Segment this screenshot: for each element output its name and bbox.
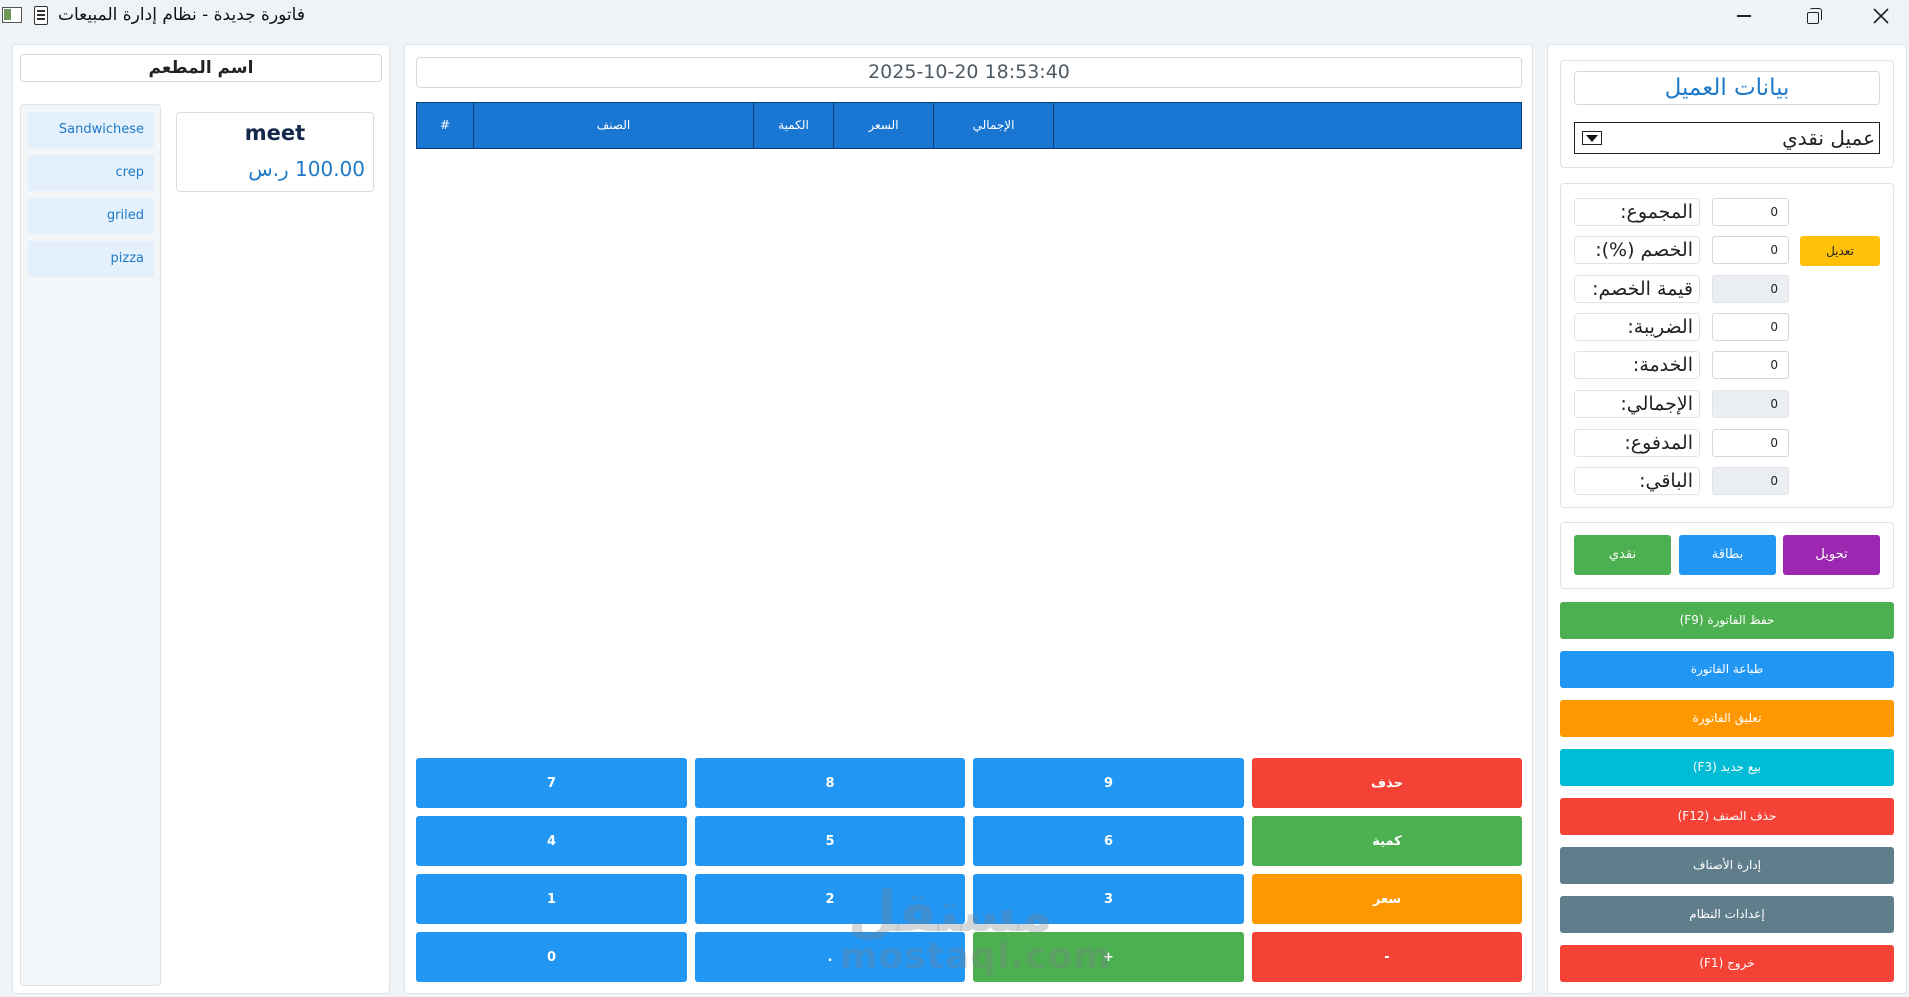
key-8-button[interactable]: 8 bbox=[695, 758, 965, 808]
service-label: الخدمة: bbox=[1574, 351, 1700, 379]
title-bar: فاتورة جديدة - نظام إدارة المبيعات bbox=[0, 0, 1909, 32]
tax-field[interactable]: 0 bbox=[1712, 313, 1789, 341]
restaurant-name: اسم المطعم bbox=[20, 54, 382, 82]
discount-percent-label: الخصم (%): bbox=[1574, 236, 1700, 264]
customer-title: بيانات العميل bbox=[1574, 71, 1880, 105]
grand-total-field: 0 bbox=[1712, 390, 1789, 418]
paid-field[interactable]: 0 bbox=[1712, 429, 1789, 457]
key-1-button[interactable]: 1 bbox=[416, 874, 687, 924]
key-5-button[interactable]: 5 bbox=[695, 816, 965, 866]
invoice-datetime: 2025-10-20 18:53:40 bbox=[416, 57, 1522, 88]
grand-total-label: الإجمالي: bbox=[1574, 390, 1700, 418]
discount-percent-field[interactable]: 0 bbox=[1712, 236, 1789, 264]
close-button[interactable] bbox=[1852, 0, 1909, 32]
manage-items-button[interactable]: إدارة الأصناف bbox=[1560, 847, 1894, 884]
delete-button[interactable]: حذف bbox=[1252, 758, 1522, 808]
system-settings-button[interactable]: إعدادات النظام bbox=[1560, 896, 1894, 933]
invoice-table-header: # الصنف الكمية السعر الإجمالي bbox=[416, 102, 1522, 149]
customer-select[interactable]: عميل نقدي bbox=[1574, 122, 1880, 154]
category-item[interactable]: Sandwichese bbox=[28, 112, 154, 148]
hold-invoice-button[interactable]: تعليق الفاتورة bbox=[1560, 700, 1894, 737]
column-header-total: الإجمالي bbox=[934, 103, 1054, 148]
key-3-button[interactable]: 3 bbox=[973, 874, 1244, 924]
key-4-button[interactable]: 4 bbox=[416, 816, 687, 866]
invoice-table-body[interactable] bbox=[416, 149, 1522, 749]
column-header-number: # bbox=[417, 103, 474, 148]
app-icon bbox=[2, 7, 22, 23]
customer-select-value: عميل نقدي bbox=[1782, 126, 1875, 150]
key-7-button[interactable]: 7 bbox=[416, 758, 687, 808]
save-invoice-button[interactable]: (F9) حفظ الفاتورة bbox=[1560, 602, 1894, 639]
total-field[interactable]: 0 bbox=[1712, 198, 1789, 226]
product-card[interactable]: meet 100.00 ر.س bbox=[176, 112, 374, 192]
column-header-extra bbox=[1054, 103, 1521, 148]
delete-item-button[interactable]: (F12) حذف الصنف bbox=[1560, 798, 1894, 835]
key-2-button[interactable]: 2 bbox=[695, 874, 965, 924]
summary-box bbox=[1560, 183, 1894, 508]
product-price: 100.00 ر.س bbox=[248, 157, 365, 181]
total-label: المجموع: bbox=[1574, 198, 1700, 226]
service-field[interactable]: 0 bbox=[1712, 351, 1789, 379]
exit-button[interactable]: (F1) خروج bbox=[1560, 945, 1894, 982]
minus-button[interactable]: - bbox=[1252, 932, 1522, 982]
transfer-payment-button[interactable]: تحويل bbox=[1783, 535, 1880, 575]
discount-amount-field: 0 bbox=[1712, 275, 1789, 303]
category-item[interactable]: crep bbox=[28, 155, 154, 191]
key-6-button[interactable]: 6 bbox=[973, 816, 1244, 866]
close-icon bbox=[1873, 8, 1889, 24]
remaining-field: 0 bbox=[1712, 467, 1789, 495]
paid-label: المدفوع: bbox=[1574, 429, 1700, 457]
tax-label: الضريبة: bbox=[1574, 313, 1700, 341]
key-0-button[interactable]: 0 bbox=[416, 932, 687, 982]
category-item[interactable]: griled bbox=[28, 198, 154, 234]
quantity-button[interactable]: كمية bbox=[1252, 816, 1522, 866]
minimize-button[interactable] bbox=[1715, 0, 1773, 32]
column-header-item: الصنف bbox=[474, 103, 754, 148]
edit-button[interactable]: تعديل bbox=[1800, 236, 1880, 266]
column-header-quantity: الكمية bbox=[754, 103, 834, 148]
key-9-button[interactable]: 9 bbox=[973, 758, 1244, 808]
plus-button[interactable]: + bbox=[973, 932, 1244, 982]
chevron-down-icon bbox=[1582, 131, 1602, 145]
maximize-button[interactable] bbox=[1782, 0, 1840, 32]
product-name: meet bbox=[244, 121, 306, 145]
discount-amount-label: قيمة الخصم: bbox=[1574, 275, 1700, 303]
key-dot-button[interactable]: . bbox=[695, 932, 965, 982]
print-invoice-button[interactable]: طباعة الفاتورة bbox=[1560, 651, 1894, 688]
card-payment-button[interactable]: بطاقة bbox=[1679, 535, 1776, 575]
remaining-label: الباقي: bbox=[1574, 467, 1700, 495]
column-header-price: السعر bbox=[834, 103, 934, 148]
price-button[interactable]: سعر bbox=[1252, 874, 1522, 924]
window-title: فاتورة جديدة - نظام إدارة المبيعات bbox=[58, 5, 305, 25]
cash-payment-button[interactable]: نقدي bbox=[1574, 535, 1671, 575]
category-list: Sandwichese crep griled pizza bbox=[20, 104, 161, 986]
category-item[interactable]: pizza bbox=[28, 241, 154, 277]
document-icon bbox=[34, 6, 48, 25]
new-sale-button[interactable]: (F3) بيع جديد bbox=[1560, 749, 1894, 786]
